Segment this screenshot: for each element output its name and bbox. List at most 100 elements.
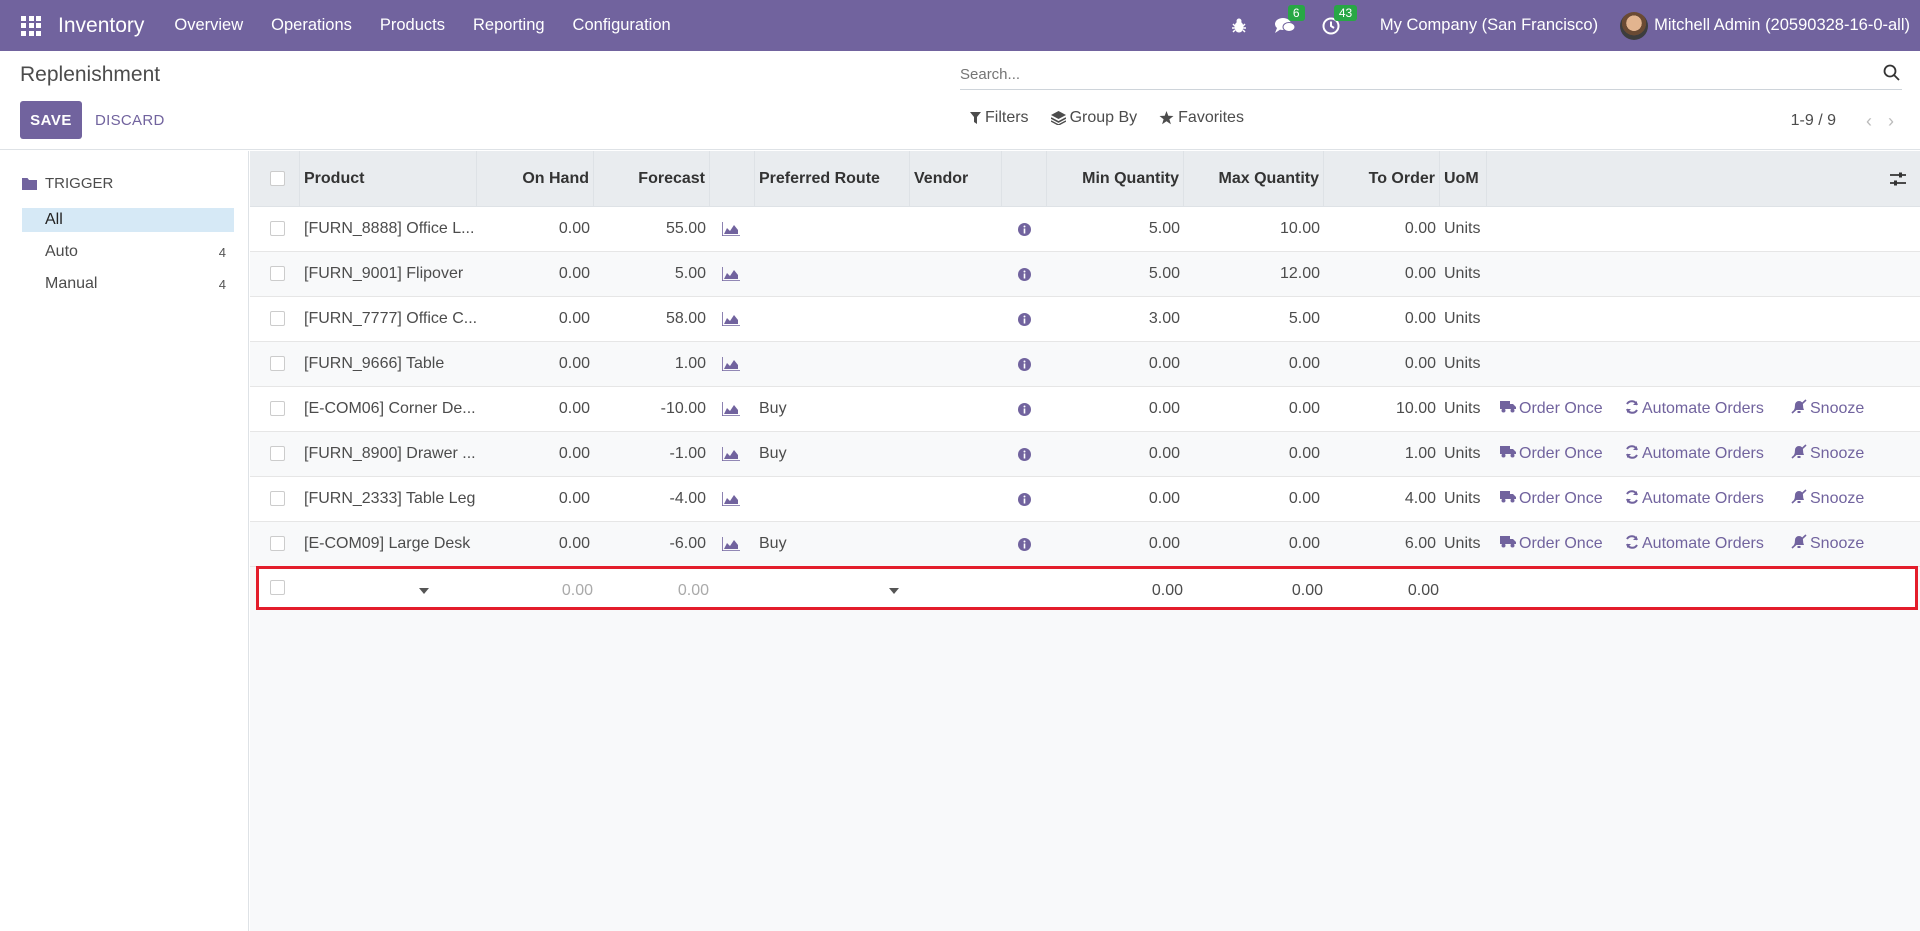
table-row[interactable]: [FURN_9001] Flipover 0.00 5.00 5.00 12.00 0.0… [250, 252, 1920, 297]
to-order-cell[interactable]: 6.00 [1324, 522, 1436, 566]
forecast-graph-icon[interactable] [722, 297, 746, 341]
info-icon[interactable] [1018, 252, 1034, 296]
row-checkbox[interactable] [270, 536, 285, 551]
forecast-graph-icon[interactable] [722, 477, 746, 521]
column-header-on-hand[interactable]: On Hand [477, 151, 594, 207]
new-to-order-input[interactable]: 0.00 [1327, 569, 1439, 613]
optional-columns-toggle-icon[interactable] [1890, 171, 1906, 192]
forecast-graph-icon[interactable] [722, 387, 746, 431]
forecast-graph-icon[interactable] [722, 432, 746, 476]
table-row[interactable]: [FURN_8900] Drawer ... 0.00 -1.00 Buy 0.00 0.… [250, 432, 1920, 477]
product-cell[interactable]: [E-COM06] Corner De... [304, 387, 476, 431]
product-cell[interactable]: [FURN_9666] Table [304, 342, 476, 386]
discard-button[interactable]: DISCARD [95, 101, 165, 139]
activities-clock-icon[interactable]: 43 [1320, 4, 1358, 37]
max-quantity-cell[interactable]: 12.00 [1184, 252, 1320, 296]
automate-orders-button[interactable]: Automate Orders [1625, 432, 1764, 476]
favorites-button[interactable]: Favorites [1159, 109, 1244, 127]
snooze-button[interactable]: Snooze [1791, 522, 1864, 566]
menu-configuration[interactable]: Configuration [559, 16, 685, 35]
column-header-vendor[interactable]: Vendor [910, 151, 1002, 207]
menu-reporting[interactable]: Reporting [459, 16, 559, 35]
to-order-cell[interactable]: 0.00 [1324, 342, 1436, 386]
pager-value[interactable]: 1-9 / 9 [1791, 112, 1836, 130]
min-quantity-cell[interactable]: 5.00 [1047, 252, 1180, 296]
column-header-preferred-route[interactable]: Preferred Route [755, 151, 910, 207]
search-input[interactable] [960, 60, 1860, 88]
snooze-button[interactable]: Snooze [1791, 477, 1864, 521]
messages-icon[interactable]: 6 [1274, 4, 1305, 37]
row-checkbox[interactable] [270, 580, 285, 595]
order-once-button[interactable]: Order Once [1500, 432, 1603, 476]
select-all-checkbox[interactable] [270, 171, 285, 186]
min-quantity-cell[interactable]: 5.00 [1047, 207, 1180, 251]
min-quantity-cell[interactable]: 0.00 [1047, 342, 1180, 386]
menu-products[interactable]: Products [366, 16, 459, 35]
sidebar-item-manual[interactable]: Manual 4 [22, 272, 234, 296]
row-checkbox[interactable] [270, 221, 285, 236]
new-record-row[interactable]: 0.00 0.00 0.00 0.00 0.00 [256, 566, 1918, 610]
column-header-product[interactable]: Product [300, 151, 477, 207]
min-quantity-cell[interactable]: 3.00 [1047, 297, 1180, 341]
product-cell[interactable]: [FURN_8900] Drawer ... [304, 432, 476, 476]
row-checkbox[interactable] [270, 356, 285, 371]
vendor-cell[interactable] [910, 477, 1000, 521]
product-cell[interactable]: [FURN_9001] Flipover [304, 252, 476, 296]
vendor-cell[interactable] [910, 252, 1000, 296]
product-cell[interactable]: [FURN_8888] Office L... [304, 207, 476, 251]
min-quantity-cell[interactable]: 0.00 [1047, 387, 1180, 431]
product-dropdown-caret[interactable] [419, 569, 439, 613]
menu-overview[interactable]: Overview [160, 16, 257, 35]
to-order-cell[interactable]: 4.00 [1324, 477, 1436, 521]
info-icon[interactable] [1018, 297, 1034, 341]
forecast-graph-icon[interactable] [722, 342, 746, 386]
preferred-route-cell[interactable]: Buy [759, 387, 907, 431]
product-cell[interactable]: [FURN_2333] Table Leg [304, 477, 476, 521]
bug-icon[interactable] [1228, 15, 1250, 37]
max-quantity-cell[interactable]: 10.00 [1184, 207, 1320, 251]
info-icon[interactable] [1018, 207, 1034, 251]
column-header-uom[interactable]: UoM [1440, 151, 1487, 207]
order-once-button[interactable]: Order Once [1500, 477, 1603, 521]
info-icon[interactable] [1018, 477, 1034, 521]
to-order-cell[interactable]: 0.00 [1324, 252, 1436, 296]
column-header-forecast[interactable]: Forecast [594, 151, 710, 207]
max-quantity-cell[interactable]: 0.00 [1184, 522, 1320, 566]
max-quantity-cell[interactable]: 0.00 [1184, 387, 1320, 431]
preferred-route-cell[interactable] [759, 342, 907, 386]
user-menu[interactable]: Mitchell Admin (20590328-16-0-all) [1620, 11, 1910, 40]
row-checkbox[interactable] [270, 446, 285, 461]
vendor-cell[interactable] [910, 342, 1000, 386]
new-max-quantity-input[interactable]: 0.00 [1187, 569, 1323, 613]
menu-operations[interactable]: Operations [257, 16, 366, 35]
info-icon[interactable] [1018, 387, 1034, 431]
group-by-button[interactable]: Group By [1050, 109, 1137, 127]
table-row[interactable]: [FURN_9666] Table 0.00 1.00 0.00 0.00 0.00 Uni… [250, 342, 1920, 387]
snooze-button[interactable]: Snooze [1791, 432, 1864, 476]
route-dropdown-caret[interactable] [889, 569, 909, 613]
info-icon[interactable] [1018, 342, 1034, 386]
to-order-cell[interactable]: 1.00 [1324, 432, 1436, 476]
vendor-cell[interactable] [910, 207, 1000, 251]
vendor-cell[interactable] [910, 432, 1000, 476]
row-checkbox[interactable] [270, 491, 285, 506]
table-row[interactable]: [E-COM06] Corner De... 0.00 -10.00 Buy 0.00 0… [250, 387, 1920, 432]
sidebar-item-all[interactable]: All [22, 208, 234, 232]
order-once-button[interactable]: Order Once [1500, 387, 1603, 431]
snooze-button[interactable]: Snooze [1791, 387, 1864, 431]
forecast-graph-icon[interactable] [722, 522, 746, 566]
column-header-to-order[interactable]: To Order [1324, 151, 1440, 207]
to-order-cell[interactable]: 10.00 [1324, 387, 1436, 431]
apps-menu-icon[interactable] [21, 15, 41, 36]
info-icon[interactable] [1018, 522, 1034, 566]
preferred-route-cell[interactable]: Buy [759, 432, 907, 476]
column-header-max-quantity[interactable]: Max Quantity [1184, 151, 1324, 207]
preferred-route-cell[interactable] [759, 207, 907, 251]
product-cell[interactable]: [E-COM09] Large Desk [304, 522, 476, 566]
vendor-cell[interactable] [910, 522, 1000, 566]
preferred-route-cell[interactable] [759, 477, 907, 521]
info-icon[interactable] [1018, 432, 1034, 476]
search-icon[interactable] [1883, 64, 1900, 86]
row-checkbox[interactable] [270, 266, 285, 281]
app-brand[interactable]: Inventory [58, 14, 144, 38]
